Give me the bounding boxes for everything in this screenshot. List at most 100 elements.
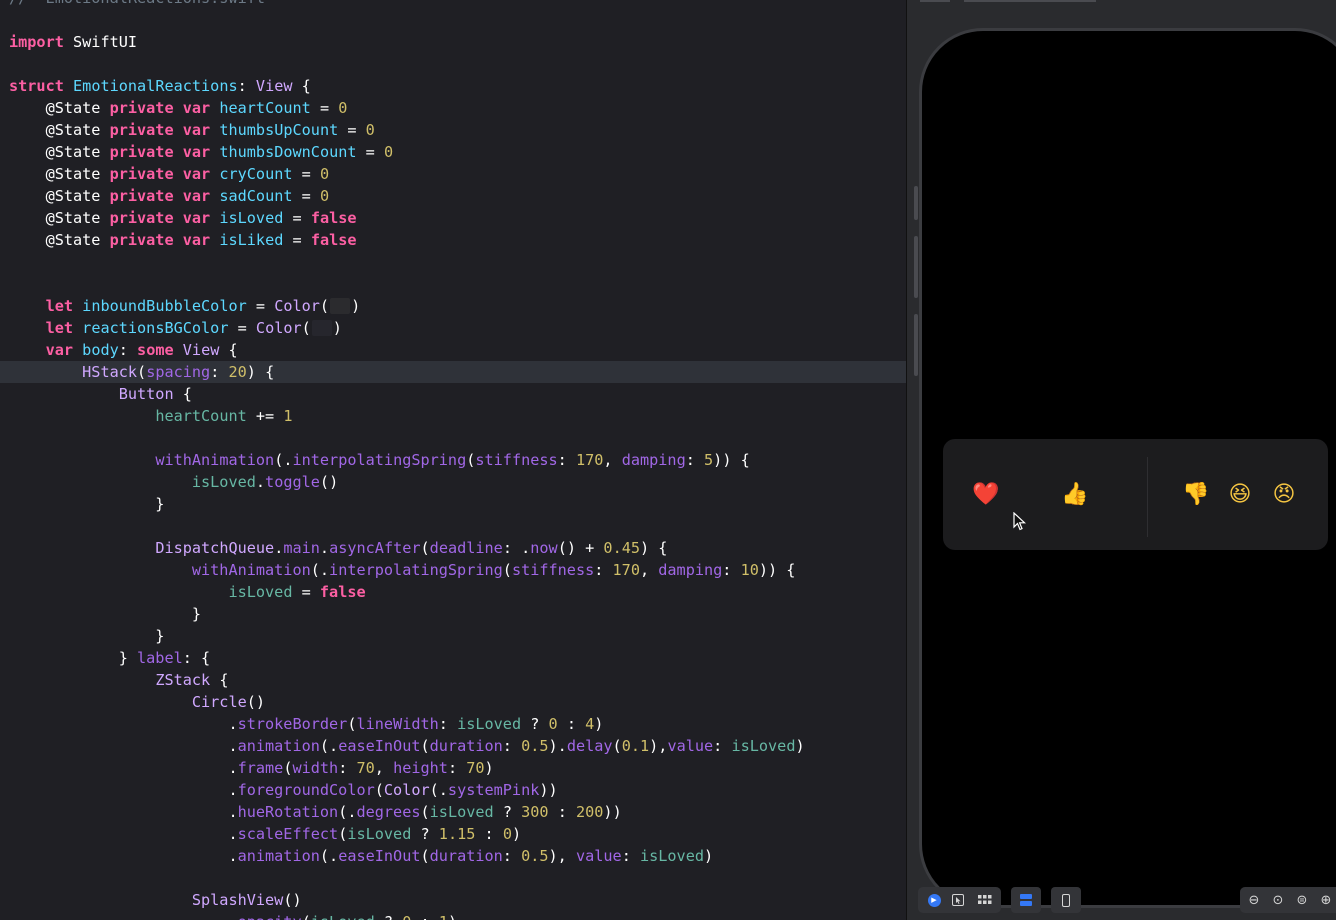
color-literal-swatch[interactable] <box>330 298 351 314</box>
code-token: private <box>109 121 174 139</box>
code-line[interactable]: let reactionsBGColor = Color() <box>0 317 906 339</box>
code-line[interactable]: withAnimation(.interpolatingSpring(stiff… <box>0 449 906 471</box>
code-token: private <box>109 209 174 227</box>
code-line[interactable]: Button { <box>0 383 906 405</box>
code-token: var <box>45 341 74 359</box>
device-settings-button[interactable] <box>1011 887 1041 913</box>
code-line[interactable] <box>0 515 906 537</box>
code-line[interactable]: .frame(width: 70, height: 70) <box>0 757 906 779</box>
code-line[interactable]: ZStack { <box>0 669 906 691</box>
live-preview-button[interactable]: ▶ <box>921 887 947 913</box>
code-token: now <box>530 539 558 557</box>
code-token: ), <box>548 847 576 865</box>
scroll-handle[interactable] <box>914 236 918 298</box>
code-token: lineWidth <box>356 715 439 733</box>
code-line[interactable]: isLoved = false <box>0 581 906 603</box>
scroll-handle[interactable] <box>914 186 918 220</box>
code-line[interactable]: .hueRotation(.degrees(isLoved ? 300 : 20… <box>0 801 906 823</box>
code-line[interactable] <box>0 867 906 889</box>
variants-button[interactable] <box>972 887 998 913</box>
code-token: width <box>292 759 339 777</box>
code-line[interactable]: @State private var cryCount = 0 <box>0 163 906 185</box>
code-line[interactable]: withAnimation(.interpolatingSpring(stiff… <box>0 559 906 581</box>
code-line[interactable]: DispatchQueue.main.asyncAfter(deadline: … <box>0 537 906 559</box>
code-line[interactable]: let inboundBubbleColor = Color() <box>0 295 906 317</box>
code-token: . <box>9 759 238 777</box>
code-line[interactable]: } <box>0 603 906 625</box>
code-line[interactable]: } <box>0 493 906 515</box>
code-line[interactable]: var body: some View { <box>0 339 906 361</box>
code-line[interactable]: .opacity(isLoved ? 0 : 1) <box>0 911 906 920</box>
code-token: ? <box>375 913 402 920</box>
angry-reaction-button[interactable]: 😠 <box>1270 481 1298 509</box>
code-line[interactable]: .strokeBorder(lineWidth: isLoved ? 0 : 4… <box>0 713 906 735</box>
code-line[interactable]: Circle() <box>0 691 906 713</box>
code-token: : <box>338 759 357 777</box>
code-line[interactable]: .animation(.easeInOut(duration: 0.5).del… <box>0 735 906 757</box>
code-token: easeInOut <box>338 847 421 865</box>
scroll-handle[interactable] <box>914 314 918 376</box>
code-token: ( <box>502 561 512 579</box>
code-line[interactable] <box>0 427 906 449</box>
selectable-preview-button[interactable] <box>945 887 971 913</box>
code-line[interactable]: @State private var thumbsUpCount = 0 <box>0 119 906 141</box>
thumbs-up-reaction-button[interactable]: 👍 <box>1061 481 1089 509</box>
code-token: )) { <box>758 561 796 579</box>
code-token: 200 <box>575 803 604 821</box>
code-line[interactable]: // EmotionalReactions.swift <box>0 0 906 9</box>
code-line[interactable]: .animation(.easeInOut(duration: 0.5), va… <box>0 845 906 867</box>
code-token: ( <box>466 451 476 469</box>
code-line[interactable]: .foregroundColor(Color(.systemPink)) <box>0 779 906 801</box>
code-line[interactable]: SplashView() <box>0 889 906 911</box>
code-token: isLoved <box>457 715 522 733</box>
code-token: 0 <box>365 121 375 139</box>
laughing-reaction-button[interactable]: 😆 <box>1226 481 1254 509</box>
code-line[interactable]: @State private var sadCount = 0 <box>0 185 906 207</box>
zoom-100-button[interactable]: ⊜ <box>1289 887 1315 913</box>
code-line[interactable]: .scaleEffect(isLoved ? 1.15 : 0) <box>0 823 906 845</box>
code-token: private <box>109 143 174 161</box>
zoom-out-button[interactable]: ⊖ <box>1241 887 1267 913</box>
heart-reaction-button[interactable]: ❤️ <box>972 481 1000 509</box>
code-line[interactable]: @State private var isLiked = false <box>0 229 906 251</box>
code-token: 20 <box>228 363 247 381</box>
code-line[interactable]: struct EmotionalReactions: View { <box>0 75 906 97</box>
code-line[interactable]: @State private var heartCount = 0 <box>0 97 906 119</box>
code-line[interactable]: heartCount += 1 <box>0 405 906 427</box>
code-editor[interactable]: // EmotionalReactions.swift import SwiftU… <box>0 0 906 920</box>
code-token: thumbsDownCount <box>219 143 357 161</box>
code-line[interactable]: } <box>0 625 906 647</box>
code-line[interactable] <box>0 251 906 273</box>
code-token: 0 <box>402 913 411 920</box>
code-line[interactable]: @State private var thumbsDownCount = 0 <box>0 141 906 163</box>
code-token: ( <box>319 297 330 315</box>
color-literal-swatch[interactable] <box>311 320 332 336</box>
code-token: ( <box>374 781 384 799</box>
code-line[interactable] <box>0 53 906 75</box>
code-token: 0 <box>383 143 394 161</box>
canvas-tab-indicator[interactable] <box>920 0 950 2</box>
code-token: { <box>292 77 311 95</box>
code-line[interactable] <box>0 9 906 31</box>
code-token: private <box>109 99 174 117</box>
zoom-in-button[interactable]: ⊕ <box>1313 887 1336 913</box>
device-picker-button[interactable] <box>1051 887 1081 913</box>
code-line[interactable]: } label: { <box>0 647 906 669</box>
code-token: strokeBorder <box>237 715 348 733</box>
thumbs-down-reaction-button[interactable]: 👎 <box>1182 481 1210 509</box>
code-line[interactable]: @State private var isLoved = false <box>0 207 906 229</box>
zoom-fit-button[interactable]: ⊙ <box>1265 887 1291 913</box>
code-token: ) <box>332 319 342 337</box>
code-token: // EmotionalReactions.swift <box>9 0 265 7</box>
code-line[interactable]: import SwiftUI <box>0 31 906 53</box>
code-token: @State <box>9 231 110 249</box>
code-token: delay <box>566 737 613 755</box>
canvas-tab-indicator-selected[interactable] <box>964 0 1096 2</box>
code-line[interactable]: HStack(spacing: 20) { <box>0 361 906 383</box>
code-line[interactable] <box>0 273 906 295</box>
code-line[interactable]: isLoved.toggle() <box>0 471 906 493</box>
